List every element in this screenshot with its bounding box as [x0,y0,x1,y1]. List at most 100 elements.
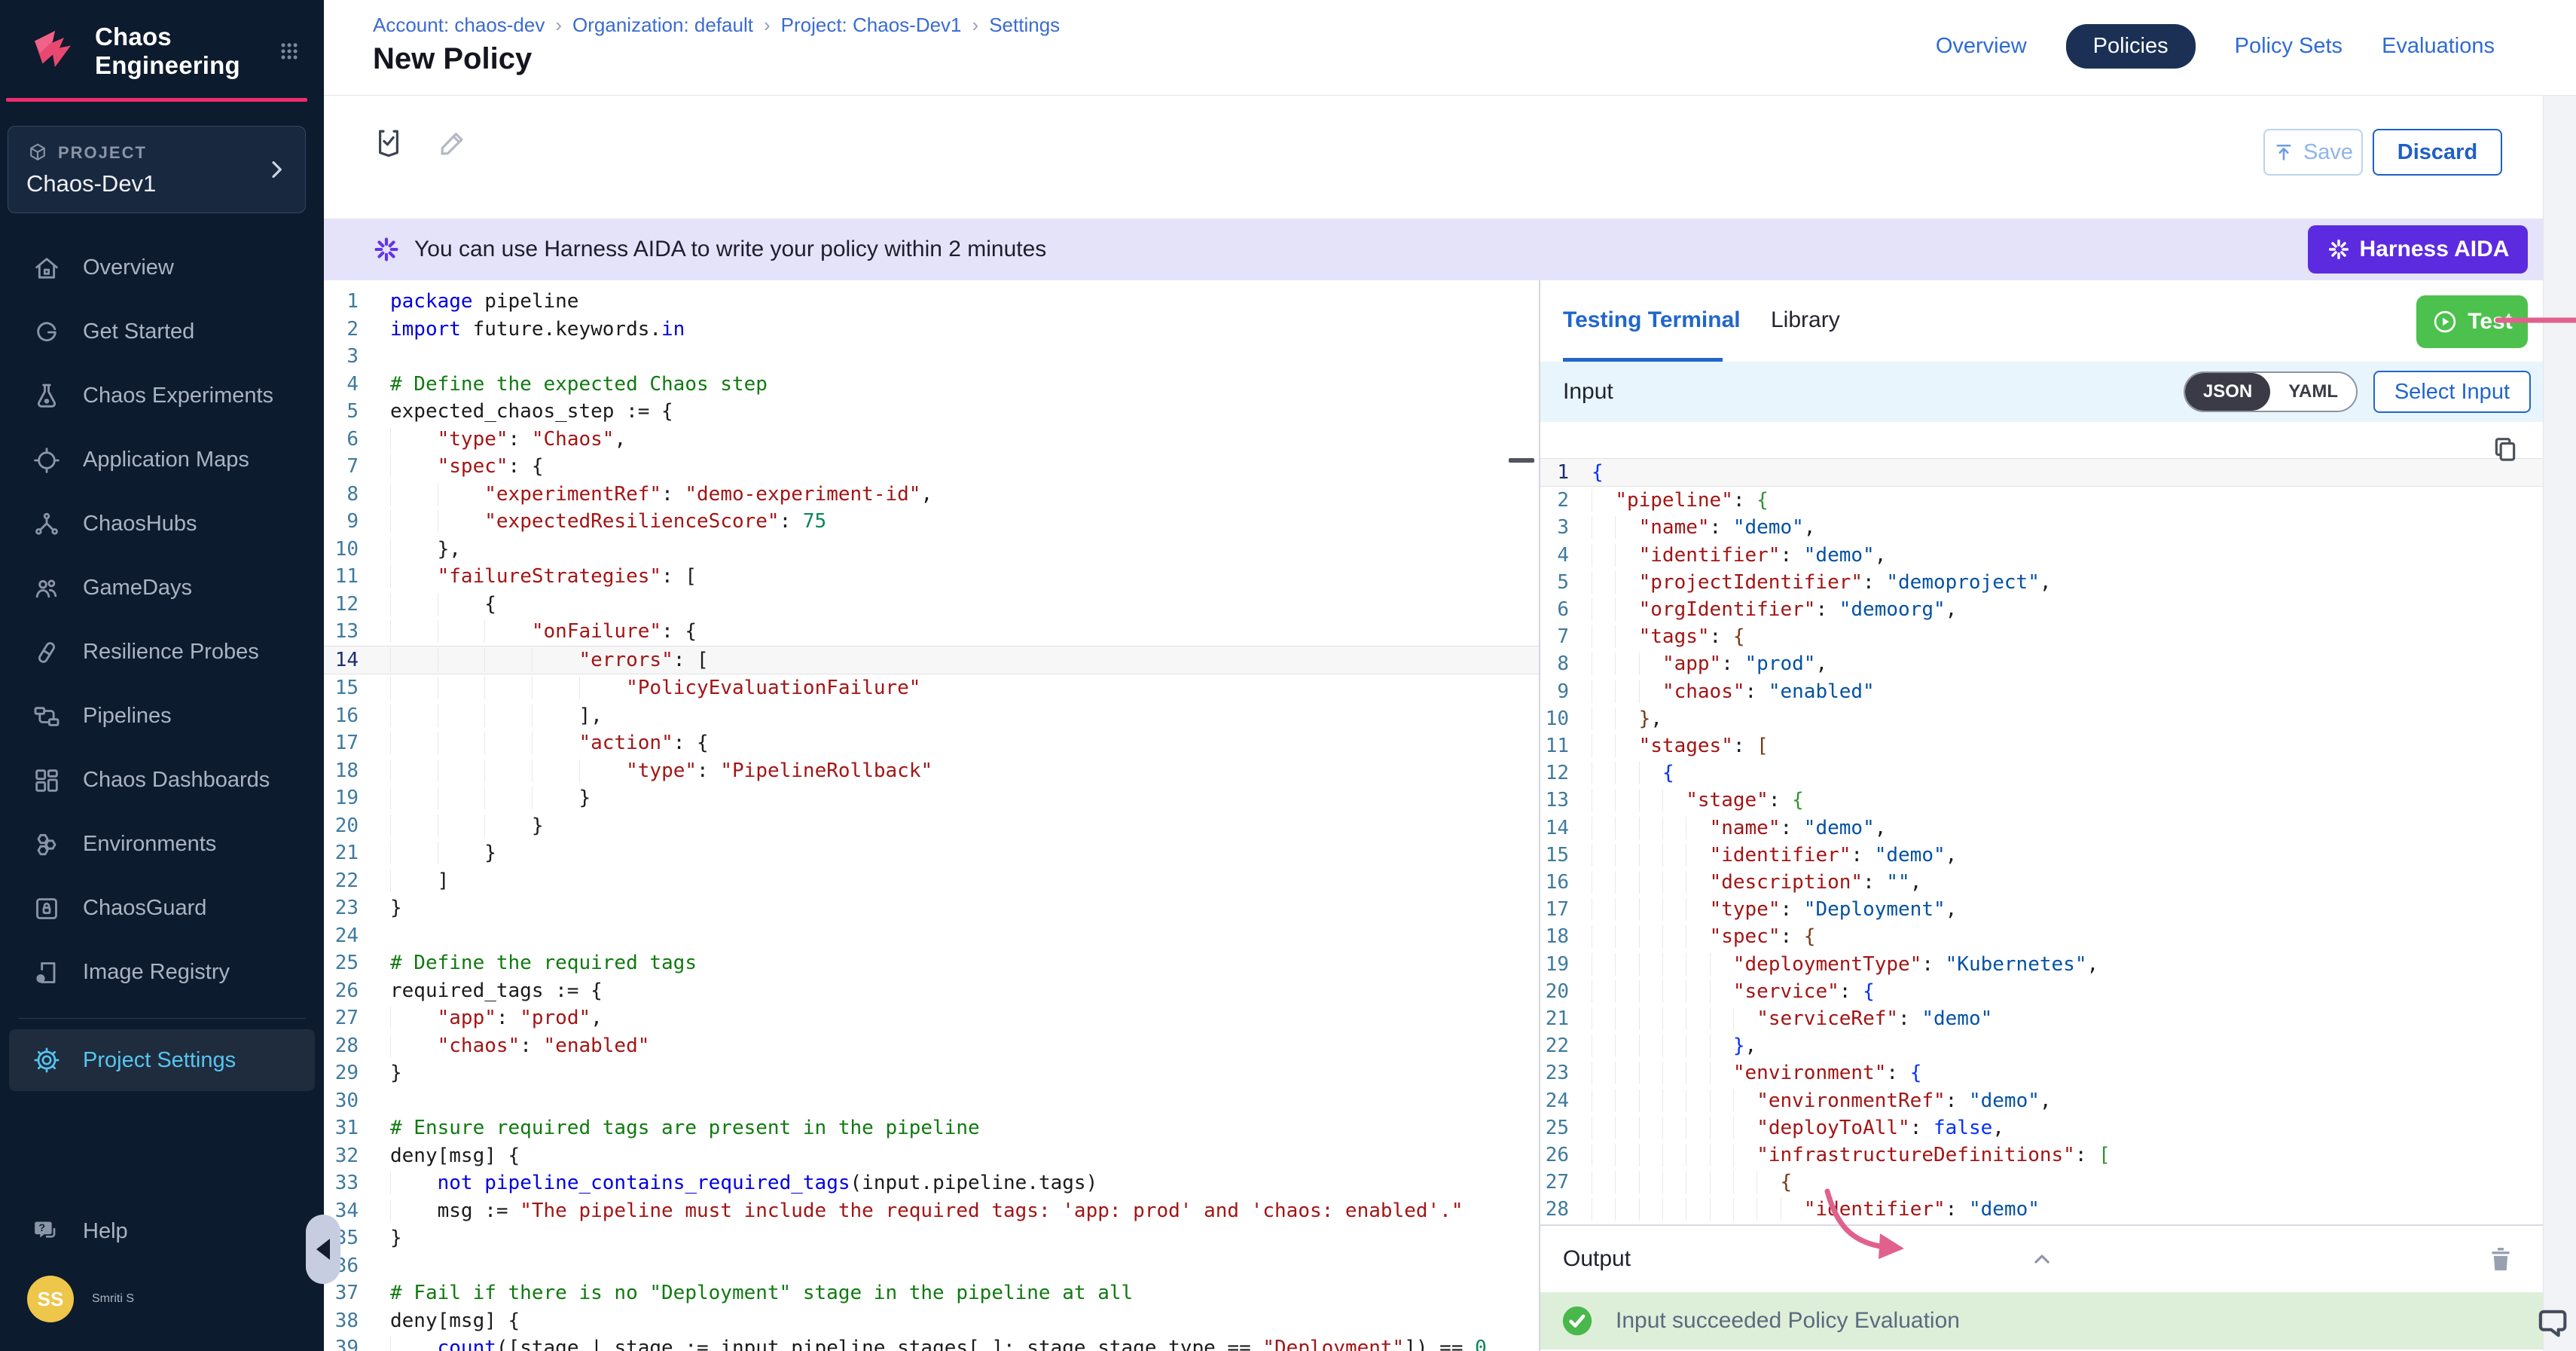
code-line[interactable]: 25 "deployToAll": false, [1540,1114,2543,1142]
chevron-up-icon[interactable] [2027,1249,2057,1270]
code-line[interactable]: 30 [324,1087,1539,1115]
code-line[interactable]: 4 "identifier": "demo", [1540,542,2543,569]
nav-policy-sets[interactable]: Policy Sets [2235,34,2343,59]
code-line[interactable]: 10 }, [1540,705,2543,732]
nav-overview[interactable]: Overview [1936,34,2027,59]
harness-aida-button[interactable]: Harness AIDA [2308,225,2528,274]
format-toggle[interactable]: JSON YAML [2184,371,2358,412]
code-line[interactable]: 21 } [324,839,1539,867]
code-line[interactable]: 7 "tags": { [1540,623,2543,650]
code-line[interactable]: 36 [324,1252,1539,1280]
sidebar-item-project-settings[interactable]: Project Settings [9,1029,315,1091]
code-line[interactable]: 16 ], [324,702,1539,730]
code-line[interactable]: 7 "spec": { [324,453,1539,481]
code-line[interactable]: 35} [324,1224,1539,1252]
tab-testing-terminal[interactable]: Testing Terminal [1563,307,1741,333]
toggle-json[interactable]: JSON [2185,373,2270,411]
code-line[interactable]: 18 "type": "PipelineRollback" [324,757,1539,785]
code-line[interactable]: 29} [324,1059,1539,1087]
sidebar-item-application-maps[interactable]: Application Maps [0,428,324,492]
code-line[interactable]: 21 "serviceRef": "demo" [1540,1005,2543,1032]
code-line[interactable]: 39 count([stage | stage := input.pipelin… [324,1334,1539,1351]
copy-icon[interactable] [2490,434,2520,464]
nav-evaluations[interactable]: Evaluations [2382,34,2495,59]
code-line[interactable]: 19 "deploymentType": "Kubernetes", [1540,951,2543,978]
code-line[interactable]: 22 }, [1540,1032,2543,1059]
code-line[interactable]: 12 { [1540,760,2543,787]
breadcrumb-item[interactable]: Organization: default [572,14,753,36]
discard-button[interactable]: Discard [2373,129,2502,176]
code-line[interactable]: 2 "pipeline": { [1540,487,2543,514]
code-line[interactable]: 10 }, [324,536,1539,564]
project-selector[interactable]: PROJECT Chaos-Dev1 [8,126,306,213]
code-line[interactable]: 6 "type": "Chaos", [324,426,1539,454]
code-line[interactable]: 17 "action": { [324,729,1539,757]
help-button[interactable]: ? Help [0,1197,324,1265]
code-line[interactable]: 15 "PolicyEvaluationFailure" [324,674,1539,702]
user-menu[interactable]: SS Smriti S [0,1265,324,1333]
code-line[interactable]: 3 "name": "demo", [1540,514,2543,541]
code-line[interactable]: 28 "chaos": "enabled" [324,1032,1539,1060]
code-line[interactable]: 9 "expectedResilienceScore": 75 [324,508,1539,536]
code-line[interactable]: 26 "infrastructureDefinitions": [ [1540,1142,2543,1169]
test-button[interactable]: Test [2416,295,2528,348]
support-chat-icon[interactable] [2532,1304,2571,1343]
code-line[interactable]: 24 "environmentRef": "demo", [1540,1087,2543,1114]
sidebar-item-chaos-dashboards[interactable]: Chaos Dashboards [0,748,324,812]
code-line[interactable]: 8 "experimentRef": "demo-experiment-id", [324,481,1539,509]
panel-resize-handle[interactable] [1509,458,1534,463]
code-line[interactable]: 15 "identifier": "demo", [1540,842,2543,869]
code-line[interactable]: 3 [324,343,1539,371]
policy-check-icon[interactable] [373,127,404,159]
policy-code-editor[interactable]: 1package pipeline2import future.keywords… [324,280,1540,1351]
code-line[interactable]: 26required_tags := { [324,977,1539,1005]
code-line[interactable]: 33 not pipeline_contains_required_tags(i… [324,1169,1539,1197]
sidebar-item-environments[interactable]: Environments [0,812,324,876]
code-line[interactable]: 28 "identifier": "demo" [1540,1196,2543,1223]
breadcrumb-item[interactable]: Project: Chaos-Dev1 [781,14,962,36]
edit-pencil-icon[interactable] [437,127,469,159]
code-line[interactable]: 27 { [1540,1169,2543,1196]
code-line[interactable]: 20 } [324,812,1539,840]
code-line[interactable]: 1package pipeline [324,288,1539,316]
trash-icon[interactable] [2486,1242,2516,1276]
toggle-yaml[interactable]: YAML [2270,373,2356,411]
code-line[interactable]: 19 } [324,784,1539,812]
code-line[interactable]: 16 "description": "", [1540,869,2543,896]
code-line[interactable]: 2import future.keywords.in [324,316,1539,344]
code-line[interactable]: 23 "environment": { [1540,1059,2543,1087]
code-line[interactable]: 20 "service": { [1540,978,2543,1005]
code-line[interactable]: 14 "name": "demo", [1540,815,2543,842]
sidebar-item-gamedays[interactable]: GameDays [0,556,324,620]
save-button[interactable]: Save [2263,129,2363,176]
code-line[interactable]: 34 msg := "The pipeline must include the… [324,1197,1539,1225]
sidebar-item-overview[interactable]: Overview [0,236,324,300]
sidebar-item-chaosguard[interactable]: ChaosGuard [0,876,324,940]
sidebar-item-image-registry[interactable]: Image Registry [0,940,324,1004]
nav-policies[interactable]: Policies [2066,24,2196,69]
input-json-editor[interactable]: 1{2 "pipeline": {3 "name": "demo",4 "ide… [1540,422,2543,1224]
code-line[interactable]: 12 { [324,591,1539,619]
code-line[interactable]: 37# Fail if there is no "Deployment" sta… [324,1279,1539,1307]
code-line[interactable]: 25# Define the required tags [324,949,1539,977]
code-line[interactable]: 38deny[msg] { [324,1307,1539,1335]
sidebar-item-chaos-experiments[interactable]: Chaos Experiments [0,364,324,428]
sidebar-collapse-handle[interactable] [306,1215,340,1284]
sidebar-item-chaoshubs[interactable]: ChaosHubs [0,492,324,556]
code-line[interactable]: 11 "stages": [ [1540,732,2543,760]
code-line[interactable]: 4# Define the expected Chaos step [324,371,1539,399]
code-line[interactable]: 18 "spec": { [1540,923,2543,950]
sidebar-item-resilience-probes[interactable]: Resilience Probes [0,620,324,684]
code-line[interactable]: 24 [324,922,1539,950]
code-line[interactable]: 13 "stage": { [1540,787,2543,814]
code-line[interactable]: 22 ] [324,867,1539,895]
breadcrumb-item[interactable]: Settings [989,14,1060,36]
code-line[interactable]: 27 "app": "prod", [324,1004,1539,1032]
code-line[interactable]: 23} [324,894,1539,922]
code-line[interactable]: 5 "projectIdentifier": "demoproject", [1540,569,2543,596]
code-line[interactable]: 5expected_chaos_step := { [324,398,1539,426]
code-line[interactable]: 6 "orgIdentifier": "demoorg", [1540,596,2543,623]
sidebar-item-pipelines[interactable]: Pipelines [0,684,324,748]
code-line[interactable]: 32deny[msg] { [324,1142,1539,1170]
code-line[interactable]: 8 "app": "prod", [1540,650,2543,677]
